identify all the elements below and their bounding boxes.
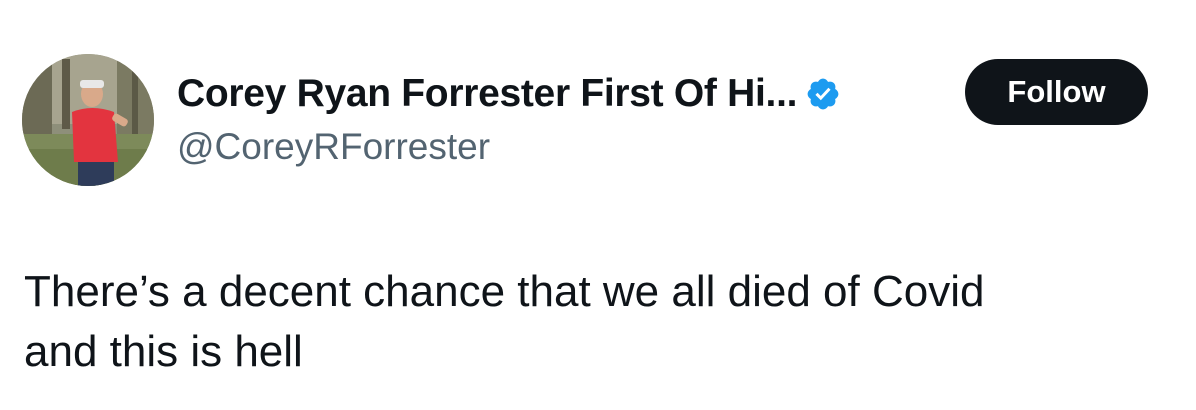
tweet-text: There’s a decent chance that we all died… [24, 267, 985, 376]
verified-badge-icon [805, 76, 841, 112]
avatar-photo [22, 54, 154, 186]
author-handle[interactable]: @CoreyRForrester [177, 126, 490, 168]
follow-button[interactable]: Follow [965, 59, 1148, 125]
author-display-name[interactable]: Corey Ryan Forrester First Of Hi... [177, 72, 797, 116]
author-name-row: Corey Ryan Forrester First Of Hi... [177, 70, 841, 118]
author-avatar[interactable] [22, 54, 154, 186]
tweet-card: Corey Ryan Forrester First Of Hi... @Cor… [0, 0, 1196, 410]
